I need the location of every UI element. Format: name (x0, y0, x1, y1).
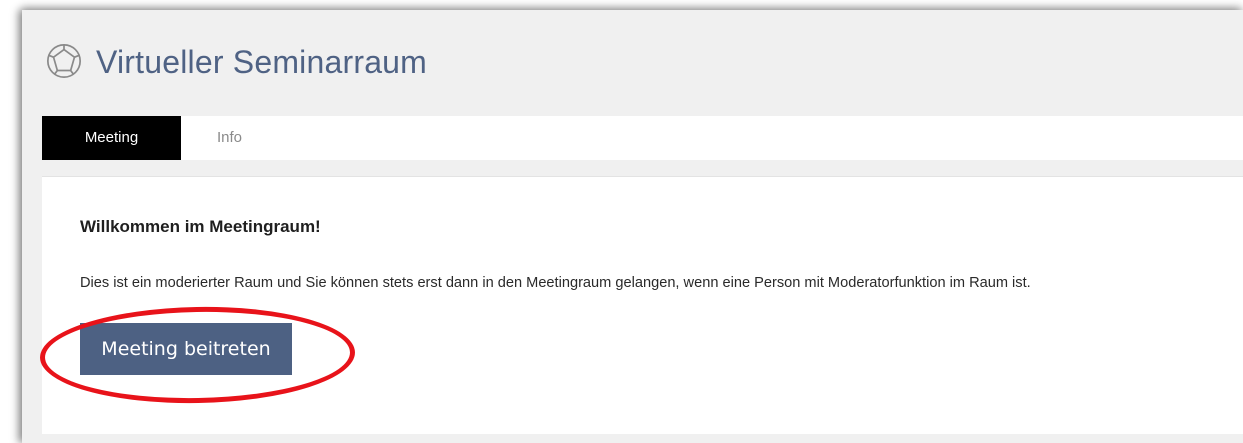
room-description: Dies ist ein moderierter Raum und Sie kö… (80, 275, 1031, 291)
app-window: Virtueller Seminarraum Meeting Info Will… (22, 10, 1243, 443)
network-icon (46, 43, 82, 79)
page-title: Virtueller Seminarraum (96, 44, 428, 80)
tab-meeting[interactable]: Meeting (42, 116, 181, 160)
tab-bar: Meeting Info (42, 116, 1243, 160)
join-meeting-button[interactable]: Meeting beitreten (80, 323, 292, 375)
tab-info[interactable]: Info (217, 116, 242, 160)
page-header: Virtueller Seminarraum (22, 10, 1243, 116)
meeting-panel: Willkommen im Meetingraum! Dies ist ein … (42, 176, 1243, 434)
welcome-heading: Willkommen im Meetingraum! (80, 217, 321, 236)
